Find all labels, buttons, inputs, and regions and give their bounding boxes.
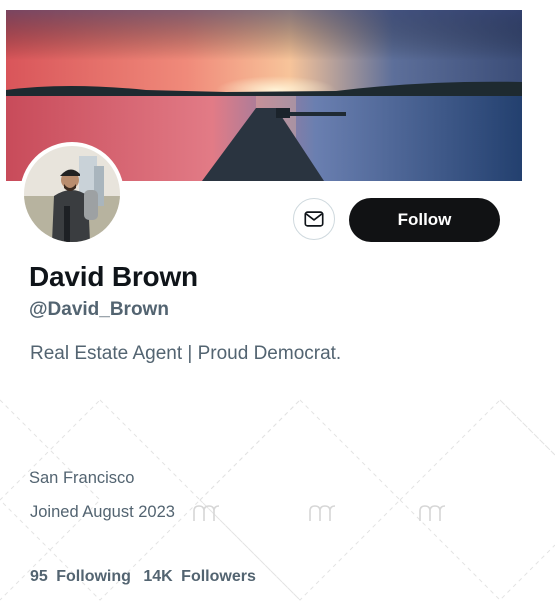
profile-bio: Real Estate Agent | Proud Democrat.: [30, 343, 342, 364]
followers-label: Followers: [181, 568, 256, 585]
watermark-icon: [419, 505, 446, 521]
profile-card: Follow David Brown @David_Brown Real Est…: [0, 0, 555, 613]
followers-count: 14K: [143, 568, 173, 585]
profile-location: San Francisco: [29, 469, 135, 487]
following-link[interactable]: 95 Following: [30, 568, 135, 585]
watermark-icon: [193, 505, 220, 521]
profile-joined-date: Joined August 2023: [30, 503, 175, 521]
followers-link[interactable]: 14K Followers: [143, 568, 260, 585]
profile-stats: 95 Following 14K Followers: [30, 568, 264, 586]
avatar[interactable]: [24, 146, 120, 242]
watermark-icon: [309, 505, 336, 521]
following-count: 95: [30, 568, 48, 585]
following-label: Following: [56, 568, 131, 585]
profile-handle: @David_Brown: [29, 299, 169, 320]
follow-button[interactable]: Follow: [349, 198, 500, 242]
message-button[interactable]: [293, 198, 335, 240]
profile-name: David Brown: [29, 261, 198, 292]
mail-icon: [304, 211, 324, 227]
